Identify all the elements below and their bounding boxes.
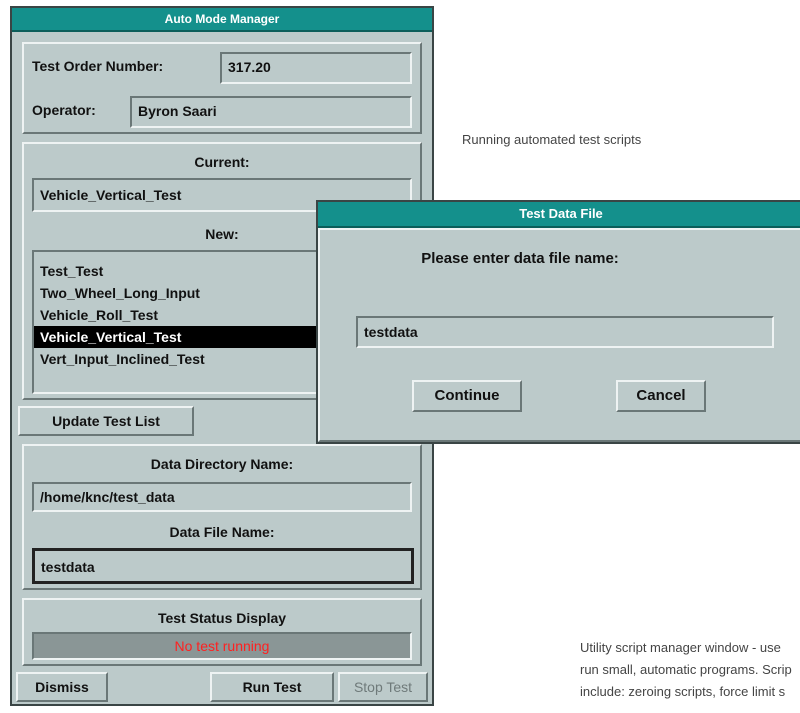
caption-utility-line1: Utility script manager window - use bbox=[580, 640, 781, 655]
test-order-label: Test Order Number: bbox=[32, 58, 164, 74]
data-file-label: Data File Name: bbox=[169, 524, 275, 540]
test-info-group: Test Order Number: 317.20 Operator: Byro… bbox=[22, 42, 422, 134]
dismiss-button[interactable]: Dismiss bbox=[16, 672, 108, 702]
test-order-field[interactable]: 317.20 bbox=[220, 52, 412, 84]
caption-running: Running automated test scripts bbox=[462, 132, 642, 147]
stop-test-button[interactable]: Stop Test bbox=[338, 672, 428, 702]
data-location-group: Data Directory Name: /home/knc/test_data… bbox=[22, 444, 422, 590]
dialog-prompt: Please enter data file name: bbox=[421, 250, 619, 267]
window-title[interactable]: Auto Mode Manager bbox=[12, 8, 432, 32]
status-display: No test running bbox=[32, 632, 412, 660]
cancel-button[interactable]: Cancel bbox=[616, 380, 706, 412]
operator-field[interactable]: Byron Saari bbox=[130, 96, 412, 128]
data-directory-field[interactable]: /home/knc/test_data bbox=[32, 482, 412, 512]
dialog-file-input[interactable]: testdata bbox=[356, 316, 774, 348]
dialog-body: Please enter data file name: testdata Co… bbox=[318, 228, 800, 442]
operator-label: Operator: bbox=[32, 102, 96, 118]
current-label: Current: bbox=[194, 154, 250, 170]
run-test-button[interactable]: Run Test bbox=[210, 672, 334, 702]
caption-utility-line3: include: zeroing scripts, force limit s bbox=[580, 684, 786, 699]
data-file-field[interactable]: testdata bbox=[32, 548, 414, 584]
update-test-list-button[interactable]: Update Test List bbox=[18, 406, 194, 436]
data-directory-label: Data Directory Name: bbox=[150, 456, 294, 472]
caption-utility-line2: run small, automatic programs. Scrip bbox=[580, 662, 792, 677]
test-data-file-dialog: Test Data File Please enter data file na… bbox=[316, 200, 800, 444]
dialog-title[interactable]: Test Data File bbox=[318, 202, 800, 228]
continue-button[interactable]: Continue bbox=[412, 380, 522, 412]
status-group: Test Status Display No test running bbox=[22, 598, 422, 666]
status-label: Test Status Display bbox=[157, 610, 287, 626]
